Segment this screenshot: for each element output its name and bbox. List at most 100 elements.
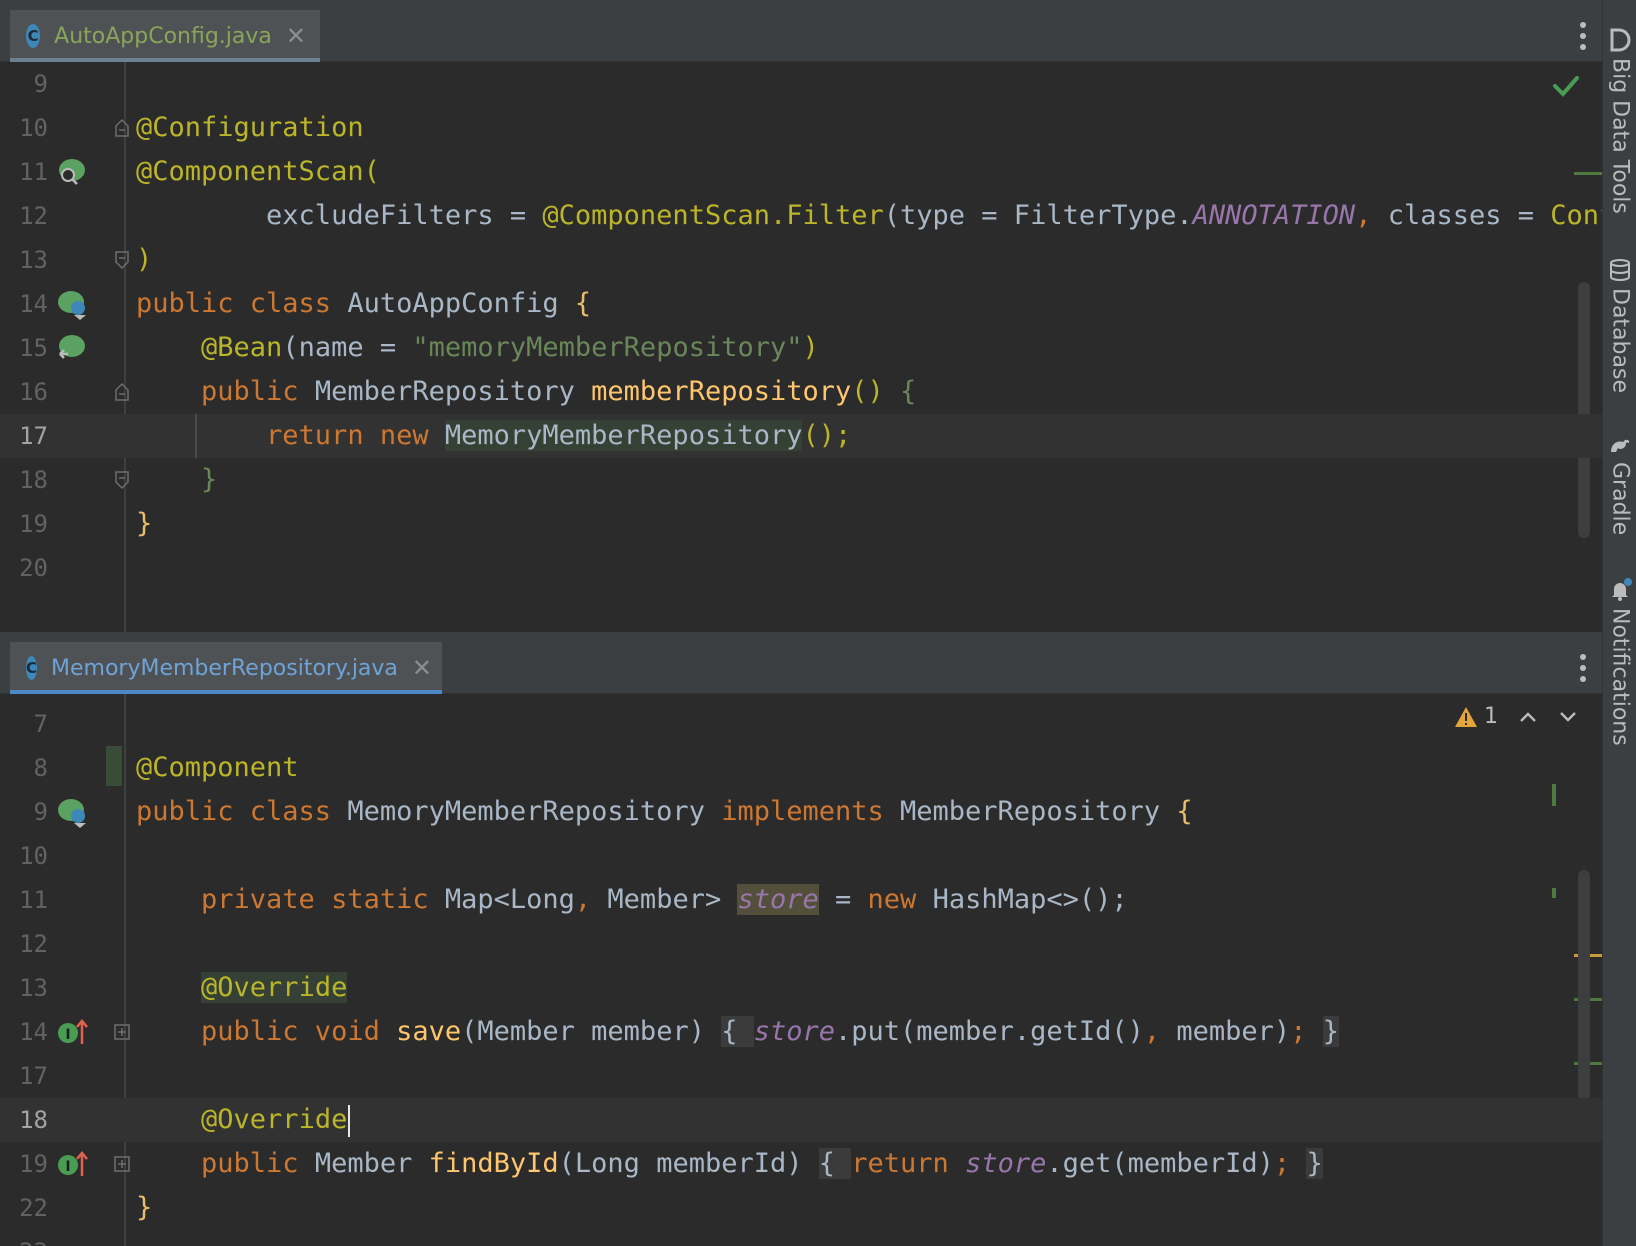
code-line: 11 private static Map<Long, Member> stor… bbox=[0, 878, 1602, 922]
implements-method-icon[interactable]: I bbox=[56, 1016, 88, 1048]
code-line: 23 bbox=[0, 1230, 1602, 1246]
tab-label: AutoAppConfig.java bbox=[54, 23, 272, 49]
code-text: public class AutoAppConfig { bbox=[136, 288, 592, 319]
expand-icon[interactable] bbox=[114, 1154, 130, 1174]
line-number: 18 bbox=[19, 466, 48, 494]
code-line-current: 18 @Override bbox=[0, 1098, 1602, 1142]
line-number: 17 bbox=[19, 422, 48, 450]
fold-icon[interactable] bbox=[114, 382, 130, 402]
code-text: public void save(Member member) { store.… bbox=[136, 1016, 1339, 1047]
code-line: 20 bbox=[0, 546, 1602, 590]
text-caret bbox=[348, 1104, 351, 1137]
code-text: return new MemoryMemberRepository(); bbox=[136, 420, 852, 451]
code-text: public Member findById(Long memberId) { … bbox=[136, 1148, 1323, 1179]
code-line: 7 bbox=[0, 702, 1602, 746]
code-line: 12 bbox=[0, 922, 1602, 966]
fold-icon[interactable] bbox=[114, 118, 130, 138]
svg-text:I: I bbox=[65, 1159, 70, 1175]
line-number: 10 bbox=[19, 842, 48, 870]
code-text: excludeFilters = @ComponentScan.Filter(t… bbox=[136, 200, 1602, 231]
line-number: 15 bbox=[19, 334, 48, 362]
line-number: 13 bbox=[19, 974, 48, 1002]
code-text: @ComponentScan( bbox=[136, 156, 380, 187]
expand-icon[interactable] bbox=[114, 1022, 130, 1042]
sidebar-item-gradle[interactable]: Gradle bbox=[1603, 432, 1636, 535]
tab-autoappconfig[interactable]: C AutoAppConfig.java ✕ bbox=[10, 10, 320, 62]
more-options-icon[interactable] bbox=[1580, 654, 1586, 682]
svg-text:I: I bbox=[65, 1027, 70, 1043]
code-text: } bbox=[136, 508, 153, 539]
code-line: 22 } bbox=[0, 1186, 1602, 1230]
big-data-tools-icon bbox=[1610, 28, 1631, 52]
code-area[interactable]: 7 8 @Component 9 public class MemoryMemb… bbox=[0, 694, 1602, 1246]
code-text: public class MemoryMemberRepository impl… bbox=[136, 796, 1193, 827]
class-c-icon: C bbox=[26, 24, 41, 48]
code-text: ) bbox=[136, 244, 153, 275]
line-number: 14 bbox=[19, 290, 48, 318]
code-text: } bbox=[136, 1192, 153, 1223]
code-area[interactable]: 9 10 @Configuration 11 @ComponentScan( 1… bbox=[0, 62, 1602, 632]
line-number: 10 bbox=[19, 114, 48, 142]
code-line: 18 } bbox=[0, 458, 1602, 502]
line-number: 7 bbox=[33, 710, 48, 738]
spring-bean-icon[interactable] bbox=[56, 288, 88, 320]
code-line: 9 bbox=[0, 62, 1602, 106]
sidebar-item-notifications[interactable]: Notifications bbox=[1603, 578, 1636, 746]
code-line: 11 @ComponentScan( bbox=[0, 150, 1602, 194]
code-line: 15 @Bean(name = "memoryMemberRepository"… bbox=[0, 326, 1602, 370]
line-number: 9 bbox=[33, 798, 48, 826]
line-number: 14 bbox=[19, 1018, 48, 1046]
line-number: 11 bbox=[19, 158, 48, 186]
code-text: @Configuration bbox=[136, 112, 364, 143]
line-number: 12 bbox=[19, 202, 48, 230]
code-line: 14 I public void save(Member member) { s… bbox=[0, 1010, 1602, 1054]
sidebar-item-big-data-tools[interactable]: Big Data Tools bbox=[1603, 28, 1636, 214]
spring-bean-icon[interactable] bbox=[56, 796, 88, 828]
editor-pane-memorymemberrepository[interactable]: C MemoryMemberRepository.java ✕ 1 7 8 @C… bbox=[0, 632, 1602, 1246]
code-line: 12 excludeFilters = @ComponentScan.Filte… bbox=[0, 194, 1602, 238]
editor-tab-bar: C MemoryMemberRepository.java ✕ bbox=[0, 632, 1602, 694]
sidebar-item-database[interactable]: Database bbox=[1603, 258, 1636, 393]
code-line: 13 ) bbox=[0, 238, 1602, 282]
code-line: 9 public class MemoryMemberRepository im… bbox=[0, 790, 1602, 834]
code-line: 10 bbox=[0, 834, 1602, 878]
vcs-added-marker[interactable] bbox=[106, 746, 122, 786]
tab-memorymemberrepository[interactable]: C MemoryMemberRepository.java ✕ bbox=[10, 642, 442, 694]
fold-icon[interactable] bbox=[114, 470, 130, 490]
spring-scan-icon[interactable] bbox=[56, 156, 88, 188]
line-number: 17 bbox=[19, 1062, 48, 1090]
line-number: 8 bbox=[33, 754, 48, 782]
code-text: @Bean(name = "memoryMemberRepository") bbox=[136, 332, 819, 363]
code-text: private static Map<Long, Member> store =… bbox=[136, 884, 1128, 915]
close-icon[interactable]: ✕ bbox=[412, 654, 432, 682]
spring-bean-method-icon[interactable] bbox=[56, 332, 88, 364]
code-line: 14 public class AutoAppConfig { bbox=[0, 282, 1602, 326]
code-text: @Override bbox=[136, 1098, 351, 1142]
close-icon[interactable]: ✕ bbox=[286, 22, 306, 50]
code-text: @Override bbox=[201, 972, 348, 1003]
code-line: 16 public MemberRepository memberReposit… bbox=[0, 370, 1602, 414]
code-text: public MemberRepository memberRepository… bbox=[136, 376, 917, 407]
implements-method-icon[interactable]: I bbox=[56, 1148, 88, 1180]
fold-icon[interactable] bbox=[114, 250, 130, 270]
tab-label: MemoryMemberRepository.java bbox=[51, 655, 398, 681]
code-text: } bbox=[136, 464, 218, 495]
code-text: @Component bbox=[136, 752, 299, 783]
class-c-icon: C bbox=[26, 656, 38, 680]
line-number: 9 bbox=[33, 70, 48, 98]
line-number: 18 bbox=[19, 1106, 48, 1134]
editor-pane-autoappconfig[interactable]: C AutoAppConfig.java ✕ 9 10 @Configurati… bbox=[0, 0, 1602, 632]
code-line: 17 bbox=[0, 1054, 1602, 1098]
line-number: 20 bbox=[19, 554, 48, 582]
line-number: 23 bbox=[0, 1230, 48, 1246]
line-number: 11 bbox=[19, 886, 48, 914]
gradle-icon bbox=[1611, 439, 1630, 452]
right-tool-sidebar: Big Data Tools Database Gradle Notificat… bbox=[1602, 0, 1636, 1246]
more-options-icon[interactable] bbox=[1580, 22, 1586, 50]
line-number: 19 bbox=[19, 510, 48, 538]
code-line: 19 } bbox=[0, 502, 1602, 546]
code-line: 10 @Configuration bbox=[0, 106, 1602, 150]
database-icon bbox=[1610, 259, 1630, 281]
notifications-icon bbox=[1612, 578, 1632, 601]
line-number: 22 bbox=[19, 1194, 48, 1222]
